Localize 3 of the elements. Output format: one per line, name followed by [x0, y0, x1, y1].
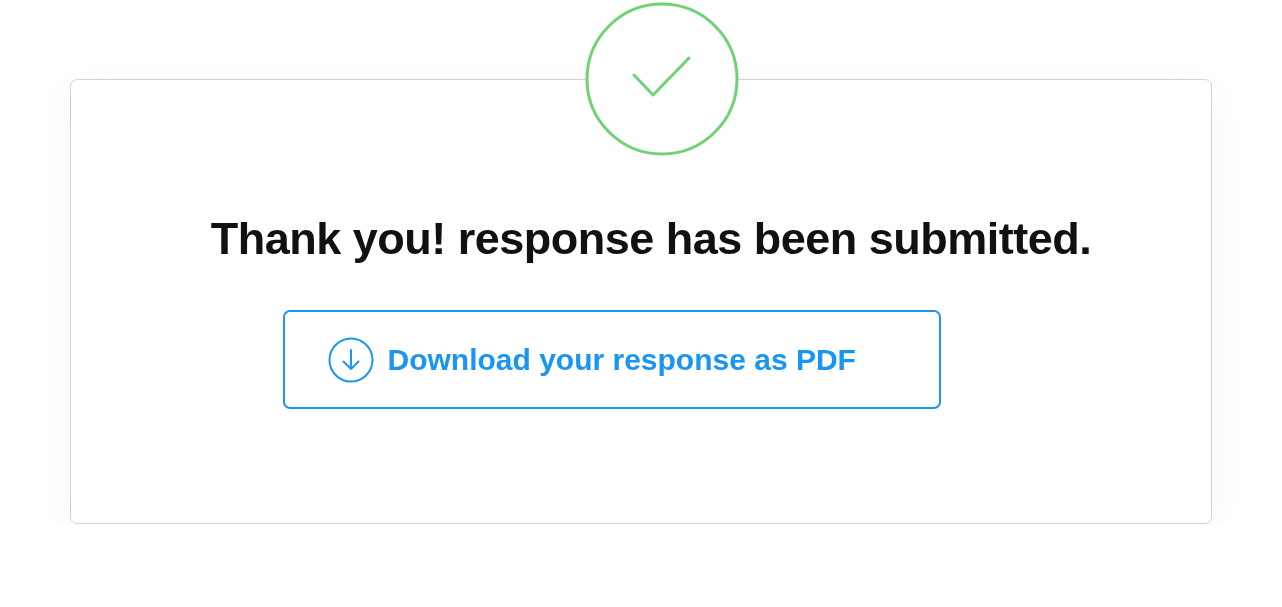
download-button[interactable]: Download your response as PDF [282, 310, 941, 409]
heading: Thank you! response has been submitted. [209, 213, 1092, 265]
download-icon [327, 336, 374, 383]
